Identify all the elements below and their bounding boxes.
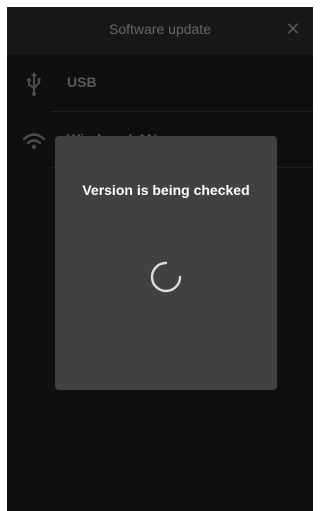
checking-dialog: Version is being checked	[55, 136, 277, 390]
loading-spinner-icon	[150, 261, 182, 293]
dialog-message: Version is being checked	[82, 182, 250, 198]
device-screen: Software update ✕ USB Version is being c…	[7, 7, 313, 511]
